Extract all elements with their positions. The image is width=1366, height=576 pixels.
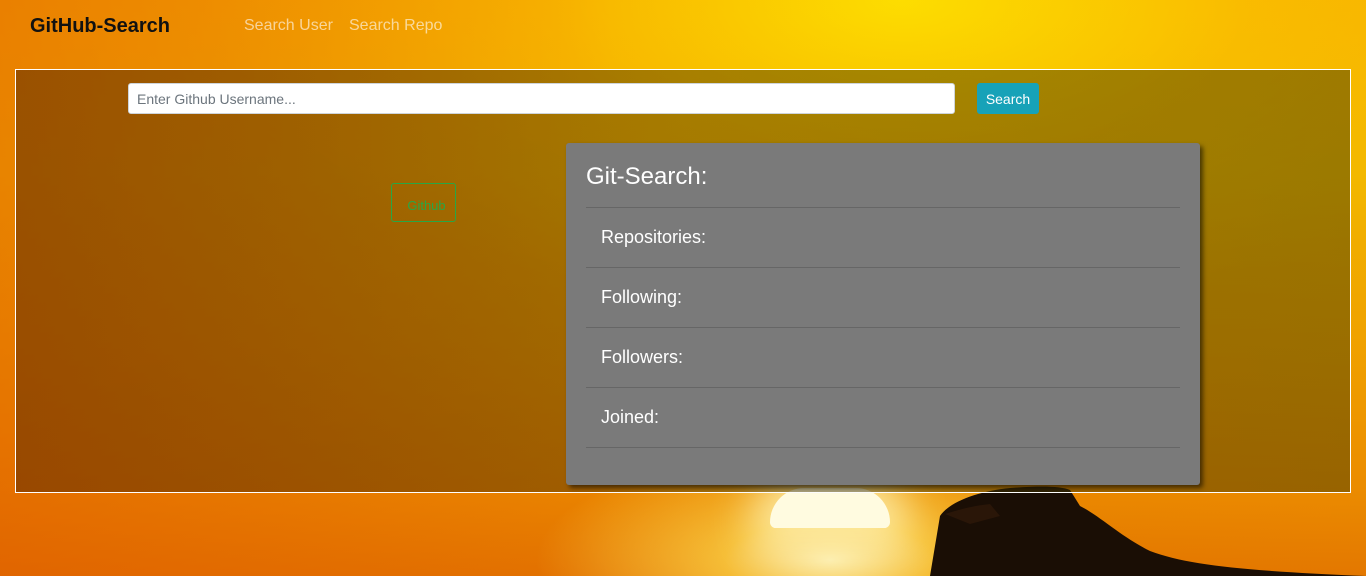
navbar: GitHub-Search Search User Search Repo <box>0 0 1366 54</box>
nav-search-user[interactable]: Search User <box>244 17 333 35</box>
card-title: Git-Search: <box>586 143 1180 208</box>
brand-link[interactable]: GitHub-Search <box>30 15 170 38</box>
username-search-input[interactable] <box>128 83 955 114</box>
info-list: Repositories: Following: Followers: Join… <box>586 208 1180 448</box>
main-panel: Search Github Git-Search: Repositories: … <box>15 69 1351 493</box>
search-button[interactable]: Search <box>977 83 1039 114</box>
sun-glow <box>770 488 890 528</box>
info-joined: Joined: <box>586 388 1180 448</box>
github-profile-button[interactable]: Github <box>391 183 456 222</box>
info-repositories: Repositories: <box>586 208 1180 268</box>
info-following: Following: <box>586 268 1180 328</box>
profile-info-card: Git-Search: Repositories: Following: Fol… <box>566 143 1200 485</box>
nav-search-repo[interactable]: Search Repo <box>349 17 442 35</box>
info-followers: Followers: <box>586 328 1180 388</box>
